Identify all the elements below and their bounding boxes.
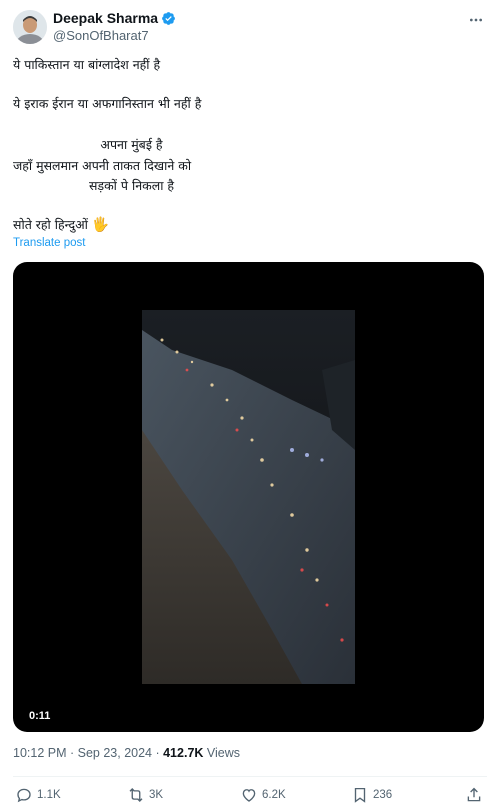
views-label: Views — [203, 746, 241, 760]
bookmark-count: 236 — [373, 789, 393, 801]
post-meta: 10:12 PM · Sep 23, 2024 · 412.7K Views — [13, 746, 240, 760]
views-count: 412.7K — [163, 746, 204, 760]
post-text-line-6: सोते रहो हिन्दुओं 🖐 — [13, 216, 109, 233]
post-time[interactable]: 10:12 PM — [13, 746, 67, 760]
author-handle[interactable]: @SonOfBharat7 — [53, 28, 149, 43]
reply-count: 1.1K — [37, 789, 61, 801]
post-text-line-1: ये पाकिस्तान या बांग्लादेश नहीं है — [13, 57, 161, 72]
repost-button[interactable]: 3K — [127, 786, 163, 804]
author-name-row: Deepak Sharma — [53, 10, 176, 26]
repost-count: 3K — [149, 789, 164, 801]
video-player[interactable]: 0:11 — [13, 262, 484, 732]
divider — [13, 776, 487, 777]
verified-icon — [162, 11, 175, 25]
video-thumbnail — [142, 310, 355, 684]
translate-post-link[interactable]: Translate post — [13, 237, 85, 249]
bookmark-button[interactable]: 236 — [351, 786, 392, 804]
bookmark-icon — [354, 787, 366, 803]
post-text-line-6-text: सोते रहो हिन्दुओं — [13, 217, 88, 232]
more-icon — [470, 18, 482, 22]
video-duration: 0:11 — [23, 708, 57, 724]
avatar[interactable] — [13, 10, 47, 44]
reply-icon — [17, 788, 31, 803]
like-count: 6.2K — [262, 789, 286, 801]
reply-button[interactable]: 1.1K — [15, 786, 61, 804]
share-button[interactable] — [465, 786, 483, 804]
post-text-line-4: जहाँ मुसलमान अपनी ताकत दिखाने को — [13, 158, 192, 173]
post-text-line-3: अपना मुंबई है — [100, 137, 163, 152]
more-button[interactable] — [466, 10, 486, 30]
meta-separator: · — [66, 746, 78, 760]
raised-hand-emoji: 🖐 — [91, 217, 110, 233]
author-display-name[interactable]: Deepak Sharma — [53, 10, 158, 26]
meta-separator-2: · — [152, 746, 164, 760]
like-icon — [242, 789, 256, 802]
repost-icon — [129, 788, 143, 802]
like-button[interactable]: 6.2K — [240, 786, 286, 804]
avatar-image — [13, 10, 47, 44]
action-bar: 1.1K 3K 6.2K 236 — [15, 786, 485, 808]
post-text-line-2: ये इराक ईरान या अफगानिस्तान भी नहीं है — [13, 96, 202, 111]
post-date[interactable]: Sep 23, 2024 — [78, 746, 152, 760]
post-text-line-5: सड़कों पे निकला है — [88, 178, 175, 193]
share-icon — [467, 787, 481, 802]
